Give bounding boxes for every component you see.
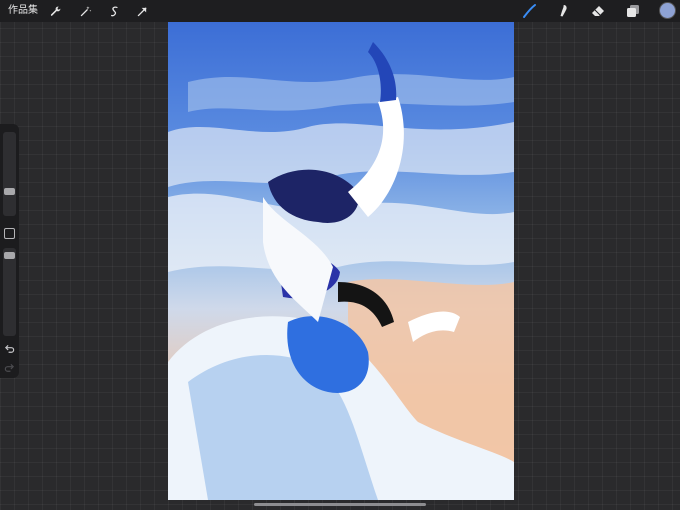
artwork-painting xyxy=(168,42,514,500)
drawing-canvas[interactable] xyxy=(168,22,514,500)
magic-wand-icon[interactable] xyxy=(77,3,93,19)
brush-size-slider[interactable] xyxy=(3,132,16,216)
gallery-button[interactable]: 作品集 xyxy=(8,4,38,18)
top-toolbar: 作品集 xyxy=(0,0,680,22)
brush-icon[interactable] xyxy=(520,2,538,20)
home-indicator xyxy=(254,503,426,506)
color-picker-button[interactable] xyxy=(660,3,675,18)
wrench-icon[interactable] xyxy=(47,3,63,19)
selection-icon[interactable] xyxy=(106,3,122,19)
redo-icon[interactable] xyxy=(3,362,16,375)
layers-icon[interactable] xyxy=(624,2,642,20)
smudge-icon[interactable] xyxy=(554,2,572,20)
left-sidebar xyxy=(0,124,19,378)
undo-icon[interactable] xyxy=(3,343,16,356)
opacity-knob[interactable] xyxy=(4,252,15,259)
modify-button[interactable] xyxy=(4,228,15,239)
transform-arrow-icon[interactable] xyxy=(134,3,150,19)
eraser-icon[interactable] xyxy=(589,2,607,20)
brush-size-knob[interactable] xyxy=(4,188,15,195)
opacity-slider[interactable] xyxy=(3,248,16,336)
